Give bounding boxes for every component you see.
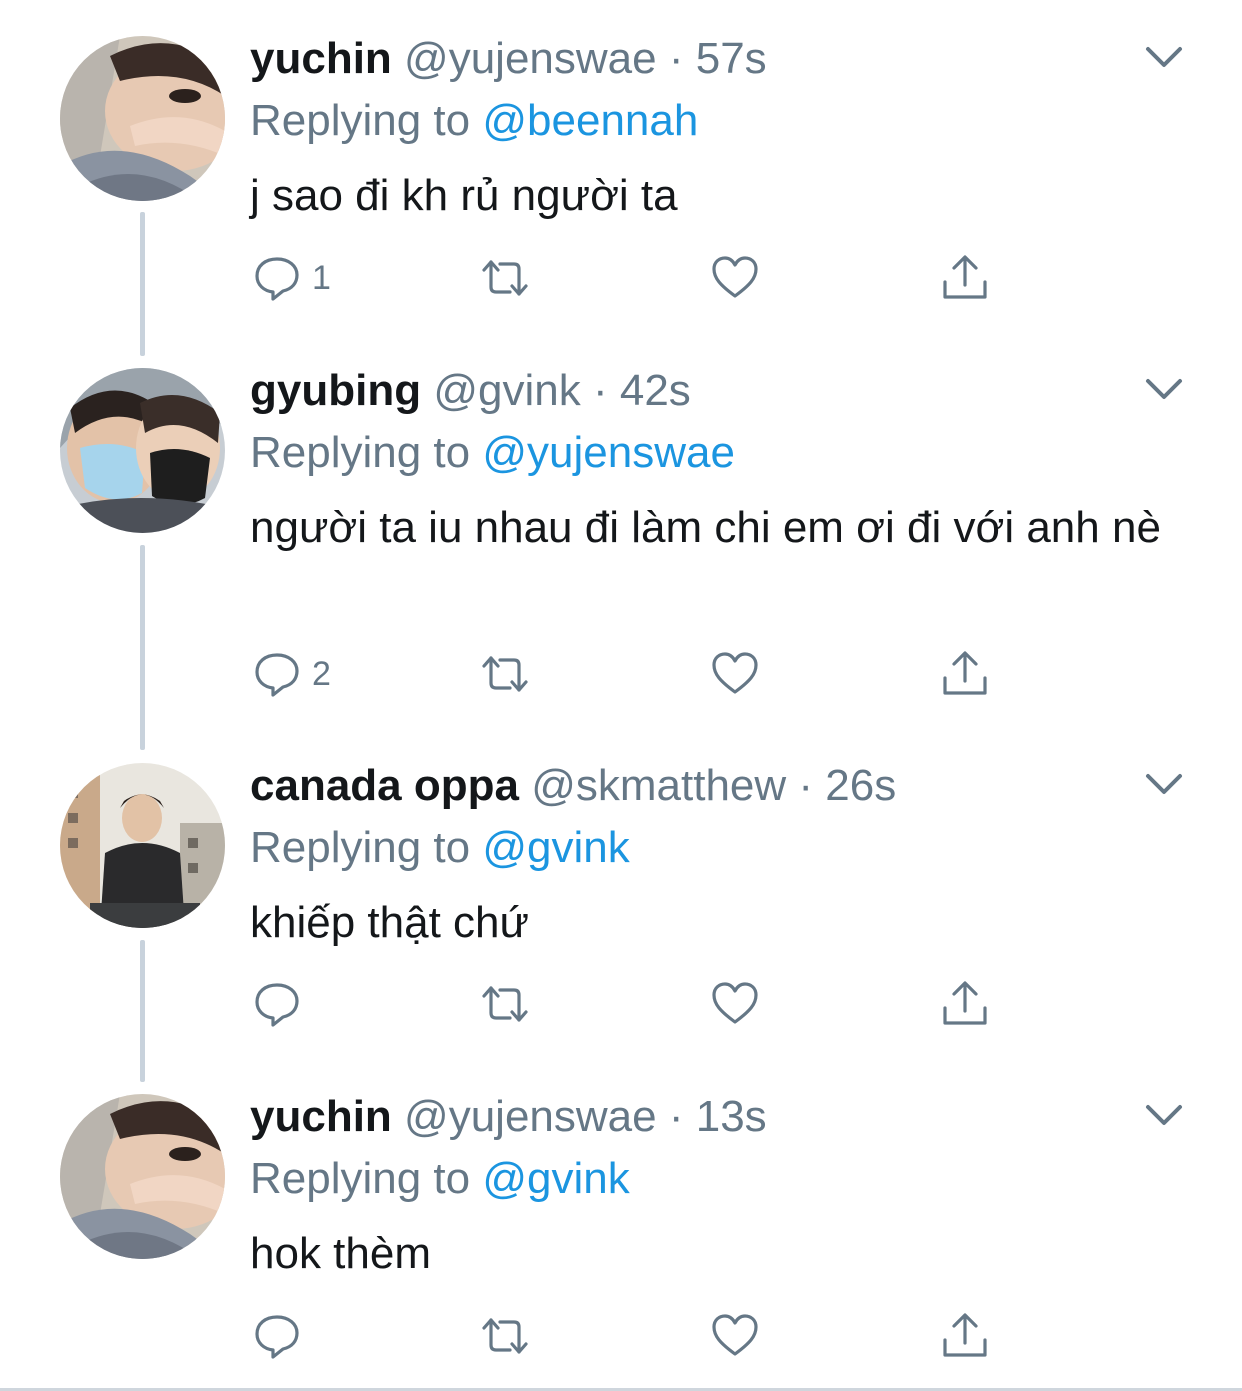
avatar-photo-icon (60, 1094, 225, 1259)
tweet-text: khiếp thật chứ (250, 898, 529, 947)
tweet-actions (252, 976, 1012, 1032)
user-handle[interactable]: @gvink (433, 366, 580, 415)
tweet-text: người ta iu nhau đi làm chi em ơi đi với… (250, 503, 1161, 552)
replying-to-line: Replying to @beennah (250, 95, 698, 147)
upload-share-icon (943, 651, 987, 695)
tweet-header: canada oppa @skmatthew · 26s (250, 760, 896, 812)
reply-button[interactable]: 1 (252, 250, 331, 306)
avatar[interactable] (60, 36, 225, 201)
separator-dot: · (668, 1092, 684, 1141)
replying-to-mention[interactable]: @yujenswae (482, 428, 735, 477)
chevron-down-icon[interactable] (1140, 760, 1188, 808)
tweet-header: yuchin @yujenswae · 57s (250, 33, 767, 85)
avatar[interactable] (60, 368, 225, 533)
reply-button[interactable]: 2 (252, 646, 331, 702)
tweet[interactable]: canada oppa @skmatthew · 26s Replying to… (0, 740, 1242, 1070)
reply-count: 1 (312, 258, 331, 297)
replying-to-mention[interactable]: @beennah (482, 96, 698, 145)
replying-to-line: Replying to @yujenswae (250, 427, 735, 479)
display-name[interactable]: gyubing (250, 366, 421, 415)
separator-dot: · (798, 761, 814, 810)
heart-icon (712, 1314, 758, 1356)
speech-bubble-icon (255, 983, 299, 1027)
heart-icon (712, 256, 758, 298)
replying-to-line: Replying to @gvink (250, 1153, 630, 1205)
tweet-header: yuchin @yujenswae · 13s (250, 1091, 767, 1143)
retweet-arrows-icon (482, 656, 528, 692)
chevron-down-icon[interactable] (1140, 33, 1188, 81)
like-button[interactable] (710, 1308, 760, 1364)
tweet-text: hok thèm (250, 1229, 431, 1278)
share-button[interactable] (940, 250, 990, 306)
tweet[interactable]: yuchin @yujenswae · 57s Replying to @bee… (0, 0, 1242, 340)
upload-share-icon (943, 1313, 987, 1357)
share-button[interactable] (940, 976, 990, 1032)
avatar-photo-icon (60, 36, 225, 201)
chevron-down-icon[interactable] (1140, 1091, 1188, 1139)
speech-bubble-icon (255, 653, 299, 697)
display-name[interactable]: yuchin (250, 34, 392, 83)
tweet-timestamp[interactable]: 26s (825, 761, 896, 810)
tweet-actions (252, 1308, 1012, 1364)
display-name[interactable]: yuchin (250, 1092, 392, 1141)
replying-to-label: Replying to (250, 823, 471, 872)
retweet-arrows-icon (482, 260, 528, 296)
upload-share-icon (943, 981, 987, 1025)
display-name[interactable]: canada oppa (250, 761, 519, 810)
reply-button[interactable] (252, 976, 312, 1032)
avatar[interactable] (60, 1094, 225, 1259)
chevron-down-icon[interactable] (1140, 365, 1188, 413)
replying-to-label: Replying to (250, 1154, 471, 1203)
separator-dot: · (668, 34, 684, 83)
avatar-photo-icon (60, 368, 225, 533)
reply-count: 2 (312, 654, 331, 693)
tweet-header: gyubing @gvink · 42s (250, 365, 691, 417)
user-handle[interactable]: @yujenswae (404, 1092, 657, 1141)
like-button[interactable] (710, 250, 760, 306)
replying-to-label: Replying to (250, 428, 471, 477)
retweet-button[interactable] (480, 976, 530, 1032)
upload-share-icon (943, 255, 987, 299)
like-button[interactable] (710, 976, 760, 1032)
retweet-arrows-icon (482, 986, 528, 1022)
tweet-actions: 1 (252, 250, 1012, 306)
share-button[interactable] (940, 1308, 990, 1364)
heart-icon (712, 652, 758, 694)
replying-to-mention[interactable]: @gvink (482, 1154, 629, 1203)
share-button[interactable] (940, 646, 990, 702)
tweet[interactable]: yuchin @yujenswae · 13s Replying to @gvi… (0, 1070, 1242, 1388)
tweet-text: j sao đi kh rủ người ta (250, 171, 678, 220)
speech-bubble-icon (255, 257, 299, 301)
tweet-timestamp[interactable]: 57s (696, 34, 767, 83)
retweet-button[interactable] (480, 646, 530, 702)
avatar[interactable] (60, 763, 225, 928)
user-handle[interactable]: @skmatthew (531, 761, 786, 810)
user-handle[interactable]: @yujenswae (404, 34, 657, 83)
separator-dot: · (592, 366, 608, 415)
like-button[interactable] (710, 646, 760, 702)
tweet[interactable]: gyubing @gvink · 42s Replying to @yujens… (0, 340, 1242, 740)
tweet-timestamp[interactable]: 13s (696, 1092, 767, 1141)
speech-bubble-icon (255, 1315, 299, 1359)
replying-to-line: Replying to @gvink (250, 822, 630, 874)
retweet-button[interactable] (480, 1308, 530, 1364)
replying-to-mention[interactable]: @gvink (482, 823, 629, 872)
tweet-actions: 2 (252, 646, 1012, 702)
avatar-photo-icon (60, 763, 225, 928)
reply-button[interactable] (252, 1308, 312, 1364)
retweet-arrows-icon (482, 1318, 528, 1354)
heart-icon (712, 982, 758, 1024)
retweet-button[interactable] (480, 250, 530, 306)
tweet-timestamp[interactable]: 42s (620, 366, 691, 415)
replying-to-label: Replying to (250, 96, 471, 145)
